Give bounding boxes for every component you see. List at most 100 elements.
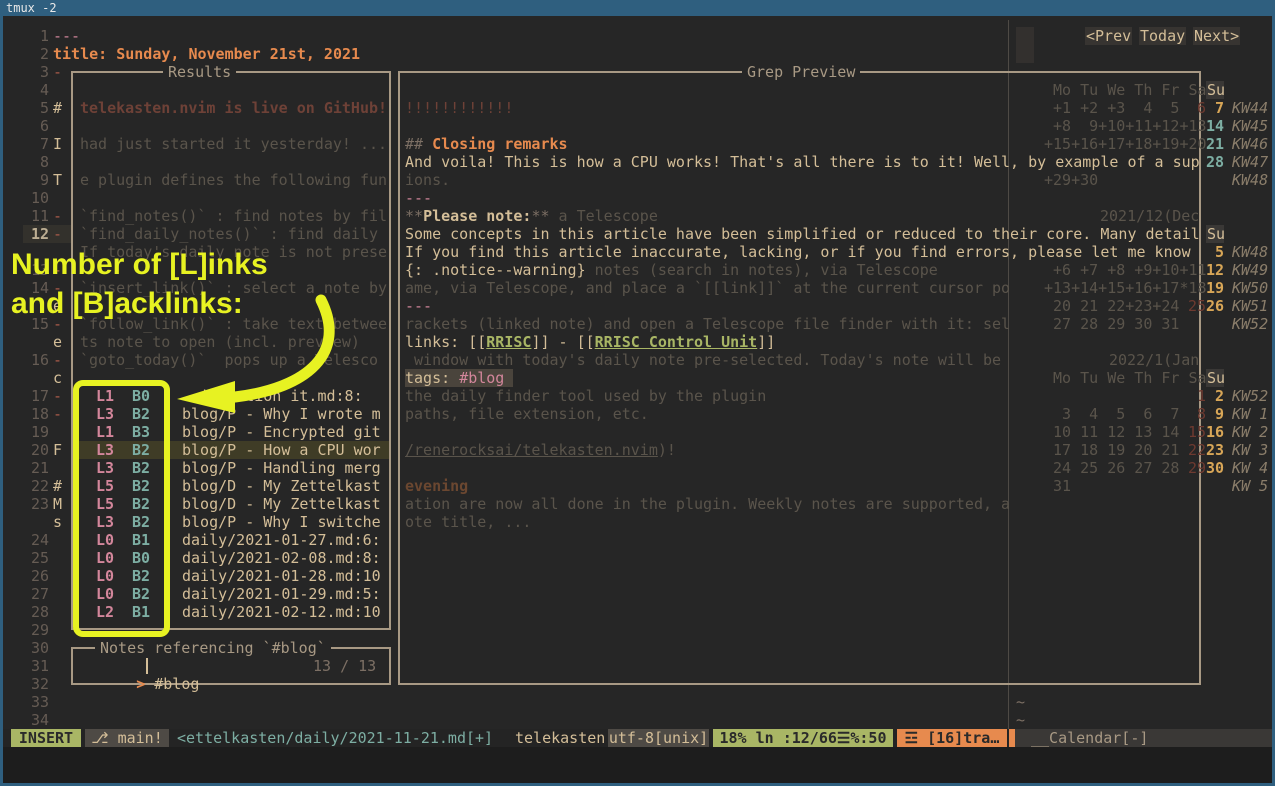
calendar-sunday-header: Su	[1206, 225, 1224, 243]
calendar-sunday-date[interactable]: 9	[1206, 405, 1224, 423]
calendar-sunday-date[interactable]: 26	[1206, 297, 1224, 315]
calendar-sunday-date[interactable]: 14	[1206, 117, 1224, 135]
results-panel-title: Results	[163, 63, 236, 81]
calendar-weekdays: 27 28 29 30 31	[1044, 315, 1179, 333]
position-indicator: 18% ln :12/66☰%:50	[713, 729, 893, 747]
plugin-name: telekasten	[515, 729, 605, 747]
neovim-screen: Results Notes referencing `#blog` Grep P…	[3, 16, 1272, 783]
buffer-text-fragment: -	[53, 207, 62, 225]
result-entry-text: daily/2021-01-29.md:5:	[182, 585, 381, 603]
calendar-saturday: 22	[1179, 441, 1206, 459]
line-number: 7	[23, 135, 49, 153]
result-entry-text: blog/P - Why I wrote m	[182, 405, 381, 423]
calendar-sunday-date[interactable]: 28	[1206, 153, 1224, 171]
buffer-text-fragment: #	[53, 477, 62, 495]
command-line-area: -- INSERT --	[3, 747, 1272, 783]
preview-line: links: [[RRISC]] - [[RRISC Control Unit]…	[405, 333, 1199, 351]
buffer-text-fragment: -	[53, 387, 62, 405]
calendar-week-number: KW 5	[1232, 477, 1268, 495]
calendar-week-number: KW47	[1232, 153, 1268, 171]
result-entry-text: daily/2021-02-12.md:10	[182, 603, 381, 621]
calendar-sunday-date[interactable]: 5	[1206, 243, 1224, 261]
empty-line-tilde: ~	[1016, 711, 1025, 729]
buffer-text-fragment: F	[53, 441, 62, 459]
calendar-week-number: KW45	[1232, 117, 1268, 135]
results-dim-line: ts note to open (incl. preview)	[80, 333, 388, 351]
line-number: 33	[23, 693, 49, 711]
calendar-weekdays	[1044, 387, 1179, 405]
calendar-saturday: 6	[1179, 99, 1206, 117]
calendar-saturday: 29	[1179, 459, 1206, 477]
annotation-line-1: Number of [L]inks	[11, 246, 268, 283]
calendar-sunday-date[interactable]: 19	[1206, 279, 1224, 297]
preview-line: ---	[405, 189, 1199, 207]
buffer-text-fragment: -	[53, 63, 62, 81]
calendar-week-number: KW 3	[1232, 441, 1268, 459]
search-input[interactable]: > #blog	[82, 657, 199, 675]
buffer-text-fragment: -	[53, 351, 62, 369]
buffer-text-fragment: T	[53, 171, 62, 189]
calendar-saturday: 15	[1179, 423, 1206, 441]
calendar-today-button[interactable]: Today	[1139, 27, 1186, 45]
annotation-highlight-box	[73, 380, 170, 637]
calendar-week-number: KW52	[1232, 387, 1268, 405]
calendar-sunday-date[interactable]: 30	[1206, 459, 1224, 477]
calendar-saturday: 8	[1179, 405, 1206, 423]
calendar-sunday-date[interactable]: 21	[1206, 135, 1224, 153]
calendar-weekdays: +6 +7 +8 +9+10+11	[1044, 261, 1207, 279]
calendar-sunday-date[interactable]: 2	[1206, 387, 1224, 405]
calendar-weekdays: +13+14+15+16+17*18	[1044, 279, 1207, 297]
calendar-weekdays: +1 +2 +3 4 5	[1044, 99, 1179, 117]
line-number: 17	[23, 387, 49, 405]
tmux-title: tmux -2	[6, 1, 57, 15]
calendar-month-title: 2021/12(Dec	[1100, 207, 1199, 225]
line-number: 6	[23, 117, 49, 135]
buffer-text-fragment: -	[53, 225, 62, 243]
calendar-sunday-date[interactable]: 7	[1206, 99, 1224, 117]
calendar-weekdays: 17 18 19 20 21	[1044, 441, 1179, 459]
calendar-prev-button[interactable]: <Prev	[1085, 27, 1132, 45]
line-number: 34	[23, 711, 49, 729]
calendar-weekdays: Mo Tu We Th Fr Sa	[1044, 369, 1207, 387]
buffer-text-fragment: e	[53, 333, 62, 351]
line-number: 10	[23, 189, 49, 207]
preview-line: ote title, ...	[405, 513, 1199, 531]
warning-indicator[interactable]: ☲ [16]tra…	[897, 729, 1007, 747]
calendar-weekdays: Mo Tu We Th Fr Sa	[1044, 81, 1207, 99]
buffer-text-fragment: M	[53, 495, 62, 513]
line-number: 1	[23, 27, 49, 45]
calendar-next-button[interactable]: Next>	[1193, 27, 1240, 45]
line-number: 26	[23, 567, 49, 585]
result-entry-text: blog/P - How a CPU wor	[182, 441, 381, 459]
calendar-statusline-label: __Calendar[-]	[1031, 729, 1148, 747]
line-number: 2	[23, 45, 49, 63]
calendar-week-number: KW48	[1232, 171, 1268, 189]
buffer-text-fragment: I	[53, 135, 62, 153]
search-query: #blog	[154, 675, 199, 693]
line-number: 3	[23, 63, 49, 81]
encoding-indicator: utf-8[unix]	[608, 729, 709, 747]
line-number: 19	[23, 423, 49, 441]
git-branch[interactable]: ⎇ main!	[85, 729, 169, 747]
calendar-sunday-date[interactable]: 23	[1206, 441, 1224, 459]
calendar-week-number: KW46	[1232, 135, 1268, 153]
line-number: 12	[23, 225, 49, 243]
preview-line: **Please note:** a Telescope	[405, 207, 1199, 225]
calendar-sunday-date[interactable]: 16	[1206, 423, 1224, 441]
buffer-text-fragment: c	[53, 369, 62, 387]
results-dim-line: telekasten.nvim is live on GitHub!	[80, 99, 388, 117]
results-dim-line: `find_daily_notes()` : find daily	[80, 225, 388, 243]
buffer-line-1: ---	[53, 27, 80, 45]
buffer-line-2: title: Sunday, November 21st, 2021	[53, 45, 360, 63]
line-number: 11	[23, 207, 49, 225]
calendar-sunday-header: Su	[1206, 81, 1224, 99]
calendar-weekdays: 31	[1044, 477, 1071, 495]
preview-line: evening	[405, 477, 1199, 495]
line-number: 27	[23, 585, 49, 603]
file-path[interactable]: <ettelkasten/daily/2021-11-21.md[+]	[177, 729, 493, 747]
line-number: 32	[23, 675, 49, 693]
calendar-sunday-date[interactable]: 12	[1206, 261, 1224, 279]
result-count: 13 / 13	[313, 657, 376, 675]
line-number: 9	[23, 171, 49, 189]
calendar-saturday: 25	[1179, 297, 1206, 315]
